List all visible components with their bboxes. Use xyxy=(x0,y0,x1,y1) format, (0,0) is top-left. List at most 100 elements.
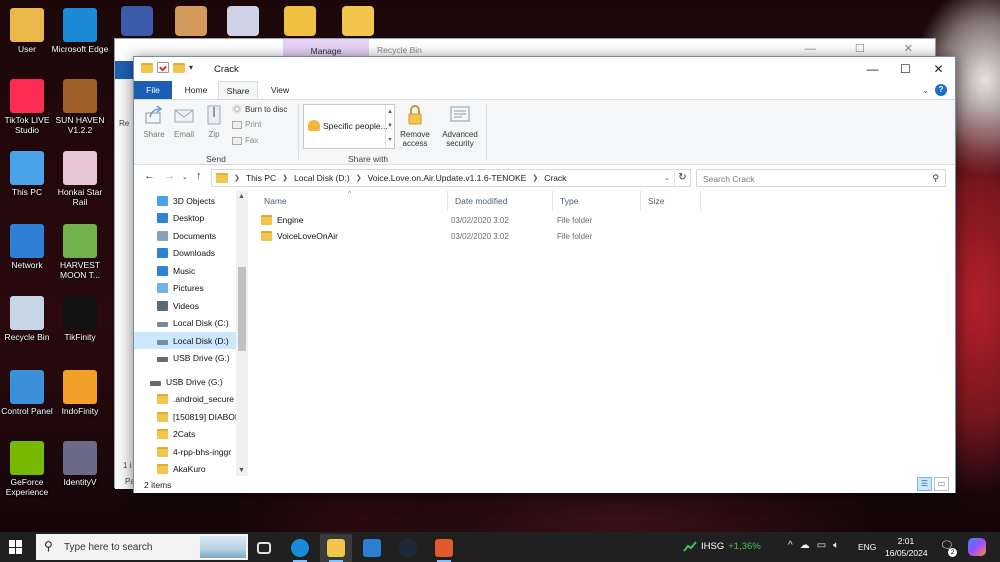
background-window-controls[interactable]: — ☐ ✕ xyxy=(805,42,931,55)
desktop-icon[interactable]: TikFinity xyxy=(50,296,110,342)
column-divider[interactable] xyxy=(640,191,641,211)
scroll-down-icon[interactable]: ▼ xyxy=(238,467,245,474)
navigation-pane[interactable]: 3D Objects Desktop Documents Downloads Music… xyxy=(134,191,248,476)
desktop-icon[interactable]: SUN HAVEN V1.2.2 xyxy=(50,79,110,135)
sidebar-item[interactable]: 3D Objects xyxy=(134,192,236,209)
chevron-right-icon[interactable]: ❯ xyxy=(532,174,538,182)
desktop-icon[interactable] xyxy=(175,6,207,36)
recent-locations-icon[interactable]: ⌄ xyxy=(182,173,188,181)
address-dropdown-icon[interactable]: ⌄ xyxy=(664,174,670,182)
sidebar-item[interactable]: Desktop xyxy=(134,210,236,227)
sidebar-item[interactable]: Local Disk (C:) xyxy=(134,315,236,332)
desktop-icon[interactable] xyxy=(284,6,316,36)
windows-start-icon[interactable] xyxy=(9,540,23,554)
burn-to-disc-button[interactable]: Burn to disc xyxy=(232,104,287,114)
taskbar-search-input[interactable]: ⚲ Type here to search xyxy=(36,534,248,560)
minimize-button[interactable]: — xyxy=(856,57,889,81)
print-button[interactable]: Print xyxy=(232,120,261,129)
search-icon[interactable]: ⚲ xyxy=(932,173,939,184)
taskbar-app-button[interactable] xyxy=(428,534,460,562)
advanced-security-button[interactable]: Advanced security xyxy=(440,105,480,148)
email-button[interactable]: Email xyxy=(171,105,197,139)
taskbar-edge-button[interactable] xyxy=(284,534,316,562)
scroll-up-icon[interactable]: ▲ xyxy=(238,193,245,200)
column-divider[interactable] xyxy=(700,191,701,211)
file-row[interactable]: VoiceLoveOnAir 03/02/2020 3:02 File fold… xyxy=(261,229,681,245)
desktop-icon[interactable]: HARVEST MOON T... xyxy=(50,224,110,280)
help-icon[interactable]: ? xyxy=(935,84,947,96)
volume-icon[interactable]: 🔈︎ xyxy=(833,540,839,551)
maximize-button[interactable]: ☐ xyxy=(889,57,922,81)
title-bar[interactable]: ▾ Crack — ☐ ✕ xyxy=(134,57,955,81)
sidebar-item[interactable]: Documents xyxy=(134,227,236,244)
expand-ribbon-icon[interactable]: ⌄ xyxy=(922,86,929,95)
language-indicator[interactable]: ENG xyxy=(858,542,876,552)
stock-widget[interactable]: IHSG +1,36% xyxy=(683,540,761,552)
taskbar-mail-button[interactable] xyxy=(356,534,388,562)
scroll-thumb[interactable] xyxy=(238,267,246,351)
sidebar-item[interactable]: .android_secure xyxy=(134,391,236,408)
new-folder-icon[interactable] xyxy=(173,62,185,73)
remove-access-button[interactable]: Remove access xyxy=(398,105,432,148)
breadcrumb-local-disk-d[interactable]: Local Disk (D:) xyxy=(294,173,350,183)
desktop-icon[interactable]: Control Panel xyxy=(0,370,57,416)
sidebar-item[interactable]: [150819] DIABOL xyxy=(134,408,236,425)
desktop-icon[interactable]: Recycle Bin xyxy=(0,296,57,342)
forward-button[interactable]: → xyxy=(164,170,175,182)
desktop-icon[interactable]: IndoFinity xyxy=(50,370,110,416)
sidebar-item[interactable]: AkaKuro xyxy=(134,461,236,477)
refresh-icon[interactable]: ↻ xyxy=(674,170,690,186)
desktop-icon[interactable]: TikTok LIVE Studio xyxy=(0,79,57,135)
tab-file[interactable]: File xyxy=(134,81,172,99)
column-divider[interactable] xyxy=(447,191,448,211)
display-icon[interactable]: ▭ xyxy=(817,540,826,551)
desktop-icon[interactable]: GeForce Experience xyxy=(0,441,57,497)
column-divider[interactable] xyxy=(552,191,553,211)
large-icons-view-icon[interactable]: ▭ xyxy=(934,477,949,491)
cloud-icon[interactable]: ☁ xyxy=(800,540,810,551)
sidebar-item[interactable]: Videos xyxy=(134,297,236,314)
chevron-right-icon[interactable]: ❯ xyxy=(234,174,240,182)
customize-qat-icon[interactable]: ▾ xyxy=(189,63,193,72)
share-button[interactable]: Share xyxy=(142,105,166,139)
breadcrumb-this-pc[interactable]: This PC xyxy=(246,173,276,183)
desktop-icon[interactable]: Network xyxy=(0,224,57,270)
sidebar-item[interactable]: Music xyxy=(134,262,236,279)
desktop-icon[interactable]: User xyxy=(0,8,57,54)
gallery-scroll[interactable]: ▲ ▼ ▾ xyxy=(385,105,394,148)
column-name[interactable]: Name xyxy=(264,195,287,215)
copilot-icon[interactable] xyxy=(968,538,986,556)
zip-button[interactable]: Zip xyxy=(204,105,224,139)
back-button[interactable]: ← xyxy=(144,170,155,182)
desktop-icon[interactable] xyxy=(342,6,374,36)
specific-people-item[interactable]: Specific people... xyxy=(308,120,388,131)
taskbar-file-explorer-button[interactable] xyxy=(320,534,352,562)
up-button[interactable]: ↑ xyxy=(196,170,202,182)
chevron-right-icon[interactable]: ❯ xyxy=(282,174,288,182)
file-explorer-window[interactable]: ▾ Crack — ☐ ✕ File Home Share View ⌄ ? S… xyxy=(133,56,956,493)
sidebar-item[interactable]: USB Drive (G:) xyxy=(134,350,236,367)
sidebar-item[interactable]: 4-rpp-bhs-inggr xyxy=(134,443,236,460)
desktop-icon[interactable]: This PC xyxy=(0,151,57,197)
desktop-icon[interactable]: Honkai Star Rail xyxy=(50,151,110,207)
file-list[interactable]: Name ^ Date modified Type Size Engine 03… xyxy=(250,191,955,476)
address-bar[interactable]: ❯ This PC ❯ Local Disk (D:) ❯ Voice.Love… xyxy=(211,169,691,187)
column-date-modified[interactable]: Date modified xyxy=(455,195,507,215)
share-with-gallery[interactable]: Specific people... ▲ ▼ ▾ xyxy=(303,104,395,149)
chevron-up-icon[interactable]: ^ xyxy=(788,540,793,551)
chevron-right-icon[interactable]: ❯ xyxy=(356,174,362,182)
desktop-icon[interactable] xyxy=(121,6,153,36)
nav-scrollbar[interactable]: ▲ ▼ xyxy=(236,191,248,476)
breadcrumb-crack[interactable]: Crack xyxy=(544,173,566,183)
close-button[interactable]: ✕ xyxy=(922,57,955,81)
breadcrumb-voice-love-on-air[interactable]: Voice.Love.on.Air.Update.v1.1.6-TENOKE xyxy=(368,173,527,183)
sidebar-item[interactable]: Local Disk (D:) xyxy=(134,332,236,349)
search-input[interactable]: Search Crack ⚲ xyxy=(696,169,946,187)
tab-view[interactable]: View xyxy=(260,81,300,99)
sidebar-item[interactable]: 2Cats xyxy=(134,426,236,443)
taskbar-task-view-button[interactable] xyxy=(248,534,280,562)
fax-button[interactable]: Fax xyxy=(232,136,258,145)
sidebar-item[interactable]: USB Drive (G:) xyxy=(134,373,236,390)
desktop-icon[interactable] xyxy=(227,6,259,36)
column-type[interactable]: Type xyxy=(560,195,578,215)
